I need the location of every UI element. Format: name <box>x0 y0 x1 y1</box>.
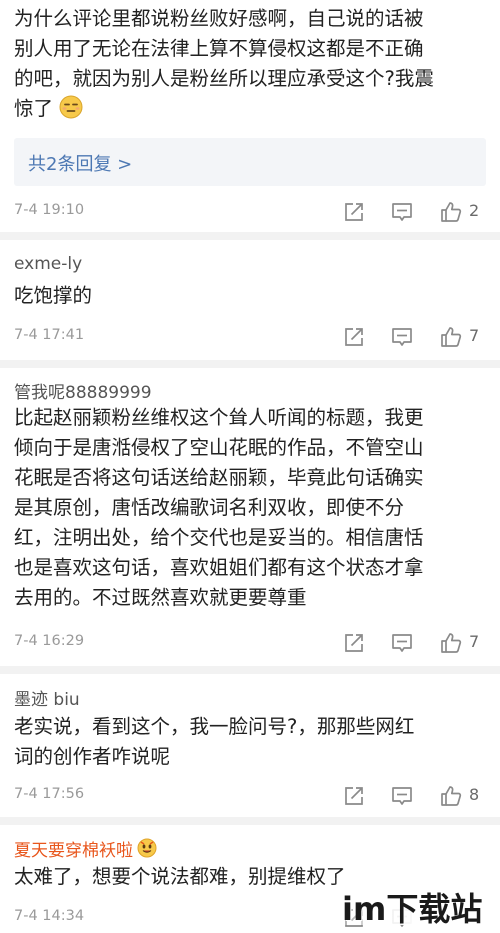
comment-icon[interactable] <box>387 322 417 352</box>
comment-username[interactable]: 墨迹 biu <box>14 685 80 710</box>
thumbs-up-icon[interactable] <box>436 197 466 227</box>
share-icon[interactable] <box>339 628 369 658</box>
like-count[interactable]: 7 <box>469 326 479 345</box>
comment-username[interactable]: 夏天要穿棉袄啦 <box>14 836 157 863</box>
comment-text: 吃饱撑的 <box>14 284 93 307</box>
view-replies-button[interactable]: 共2条回复 > <box>14 138 486 186</box>
divider <box>0 360 500 368</box>
comment-username[interactable]: exme-ly <box>14 254 82 274</box>
comment-time: 7-4 16:29 <box>14 633 85 649</box>
share-icon[interactable] <box>339 781 369 811</box>
like-count[interactable]: 8 <box>469 785 479 804</box>
divider <box>0 817 500 825</box>
comment-footer: 7-4 16:29 7 <box>0 628 500 658</box>
vip-face-badge <box>137 838 157 863</box>
divider <box>0 666 500 674</box>
comment-icon[interactable] <box>387 781 417 811</box>
share-icon[interactable] <box>339 322 369 352</box>
divider <box>0 232 500 240</box>
share-icon[interactable] <box>339 197 369 227</box>
comment-time: 7-4 14:34 <box>14 908 85 924</box>
comment-time: 7-4 17:41 <box>14 327 85 343</box>
comment-text: 为什么评论里都说粉丝败好感啊，自己说的话被 别人用了无论在法律上算不算侵权这都是… <box>14 4 488 128</box>
comment-footer: 7-4 19:10 2 <box>0 197 500 227</box>
thumbs-up-icon[interactable] <box>436 628 466 658</box>
comment-time: 7-4 17:56 <box>14 786 85 802</box>
replies-label: 共2条回复 > <box>28 154 133 175</box>
comment-username[interactable]: 管我呢88889999 <box>14 378 152 403</box>
comment-text: 老实说，看到这个，我一脸问号?，那那些网红 词的创作者咋说呢 <box>14 715 415 768</box>
comment-text: 太难了，想要个说法都难，别提维权了 <box>14 865 346 888</box>
comment-time: 7-4 19:10 <box>14 202 85 218</box>
comment-footer: 7-4 17:41 7 <box>0 322 500 352</box>
comment-text: 比起赵丽颖粉丝维权这个耸人听闻的标题，我更 倾向于是唐湉侵权了空山花眠的作品，不… <box>14 406 424 609</box>
share-icon[interactable] <box>339 903 369 933</box>
comment-footer: 7-4 14:34 <box>0 903 500 933</box>
speechless-face-emoji <box>59 95 83 128</box>
like-count[interactable]: 2 <box>469 201 479 220</box>
comment-icon[interactable] <box>387 628 417 658</box>
comment-icon[interactable] <box>387 903 417 933</box>
comment-icon[interactable] <box>387 197 417 227</box>
comment-footer: 7-4 17:56 8 <box>0 781 500 811</box>
thumbs-up-icon[interactable] <box>436 322 466 352</box>
thumbs-up-icon[interactable] <box>436 781 466 811</box>
like-count[interactable]: 7 <box>469 632 479 651</box>
